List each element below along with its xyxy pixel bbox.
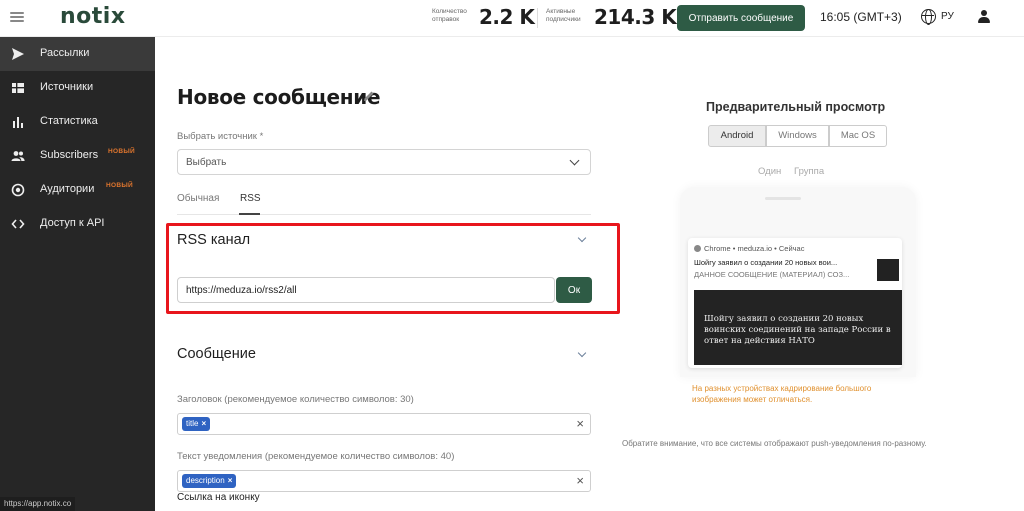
chrome-icon <box>694 245 701 252</box>
main-content: Новое сообщение Выбрать источник * Выбра… <box>155 37 1024 511</box>
cropping-warning: На разных устройствах кадрирование больш… <box>692 384 872 404</box>
source-label: Выбрать источник * <box>177 131 264 142</box>
sidebar-item-mailings[interactable]: Рассылки <box>0 37 155 71</box>
clear-field-icon[interactable]: × <box>576 417 584 431</box>
language-label: РУ <box>941 11 954 22</box>
tab-group[interactable]: Группа <box>794 166 824 177</box>
notification-image: Шойгу заявил о создании 20 новых воински… <box>694 290 902 365</box>
top-bar: notix Количество отправок 2.2 K Активные… <box>0 0 1024 37</box>
remove-tag-icon[interactable]: × <box>201 419 206 428</box>
message-type-tabs: Обычная RSS <box>177 185 591 215</box>
rss-section-title: RSS канал <box>177 232 251 248</box>
tab-android[interactable]: Android <box>708 125 766 147</box>
logo[interactable]: notix <box>60 4 126 29</box>
sidebar-item-label: Рассылки <box>40 47 90 59</box>
platform-note: Обратите внимание, что все системы отобр… <box>622 439 927 448</box>
notification-image-text: Шойгу заявил о создании 20 новых воински… <box>704 314 891 346</box>
message-section-title: Сообщение <box>177 346 256 362</box>
message-collapse-chevron-icon[interactable] <box>577 348 587 358</box>
page-title: Новое сообщение <box>177 85 381 109</box>
tab-windows[interactable]: Windows <box>766 125 829 147</box>
sidebar-item-api-access[interactable]: Доступ к API <box>0 207 155 241</box>
clear-field-icon[interactable]: × <box>576 474 584 488</box>
text-tag-field[interactable]: description × × <box>177 470 591 492</box>
notification-title: Шойгу заявил о создании 20 новых вои... <box>694 258 838 267</box>
sidebar-item-statistics[interactable]: Статистика <box>0 105 155 139</box>
chevron-down-icon <box>569 155 580 166</box>
sidebar-item-label: Доступ к API <box>40 217 105 229</box>
tag-chip: title × <box>182 417 211 431</box>
header-tag-field[interactable]: title × × <box>177 413 591 435</box>
target-icon <box>11 183 25 197</box>
hamburger-menu-icon[interactable] <box>10 12 24 23</box>
sidebar-item-label: Статистика <box>40 115 98 127</box>
users-icon <box>11 151 25 161</box>
sent-count-value: 2.2 K <box>479 5 535 29</box>
header-field-label: Заголовок (рекомендуемое количество симв… <box>177 394 414 405</box>
sidebar-item-label: Subscribers <box>40 149 99 161</box>
source-select-value: Выбрать <box>186 157 227 168</box>
globe-icon <box>921 9 936 25</box>
tab-regular[interactable]: Обычная <box>177 193 219 204</box>
new-badge: НОВЫЙ <box>108 148 135 155</box>
sidebar-item-subscribers[interactable]: Subscribers НОВЫЙ <box>0 139 155 173</box>
icon-link-label: Ссылка на иконку <box>177 492 260 503</box>
send-icon <box>12 48 24 60</box>
bar-chart-icon <box>13 117 23 128</box>
notification-thumbnail <box>877 259 899 281</box>
send-message-button[interactable]: Отправить сообщение <box>677 5 805 31</box>
tab-single[interactable]: Один <box>758 166 781 177</box>
sent-count-label: Количество отправок <box>432 8 467 23</box>
active-subscribers-value: 214.3 K <box>594 5 677 29</box>
sources-icon <box>12 83 24 93</box>
rss-ok-button[interactable]: Ок <box>556 277 592 303</box>
tag-chip-label: description <box>186 476 225 485</box>
notification-header: Chrome • meduza.io • Сейчас <box>694 244 804 253</box>
notification-body: ДАННОЕ СООБЩЕНИЕ (МАТЕРИАЛ) СОЗ... <box>694 270 850 279</box>
preview-title: Предварительный просмотр <box>706 100 886 114</box>
stat-divider <box>537 8 538 28</box>
tab-rss[interactable]: RSS <box>240 193 261 204</box>
status-bar-url: https://app.notix.co <box>0 497 76 511</box>
rss-url-input[interactable] <box>177 277 555 303</box>
sidebar: Рассылки Источники Статистика Subscriber… <box>0 37 155 511</box>
tag-chip: description × <box>182 474 237 488</box>
active-subscribers-label: Активные подписчики <box>546 8 581 23</box>
sidebar-item-label: Аудитории <box>40 183 95 195</box>
remove-tag-icon[interactable]: × <box>228 476 233 485</box>
sidebar-item-audiences[interactable]: Аудитории НОВЫЙ <box>0 173 155 207</box>
pencil-icon[interactable] <box>362 89 376 103</box>
sidebar-item-sources[interactable]: Источники <box>0 71 155 105</box>
code-icon <box>11 219 25 229</box>
sidebar-item-label: Источники <box>40 81 94 93</box>
new-badge: НОВЫЙ <box>106 182 133 189</box>
phone-notch <box>765 197 801 200</box>
text-field-label: Текст уведомления (рекомендуемое количес… <box>177 451 455 462</box>
active-tab-indicator <box>239 213 260 215</box>
user-icon[interactable] <box>977 10 991 24</box>
tag-chip-label: title <box>186 419 199 428</box>
notification-preview: Chrome • meduza.io • Сейчас Шойгу заявил… <box>688 238 902 368</box>
notification-source: Chrome • meduza.io • Сейчас <box>704 244 805 253</box>
tab-macos[interactable]: Mac OS <box>829 125 887 147</box>
clock: 16:05 (GMT+3) <box>820 10 902 24</box>
source-select[interactable]: Выбрать <box>177 149 591 175</box>
